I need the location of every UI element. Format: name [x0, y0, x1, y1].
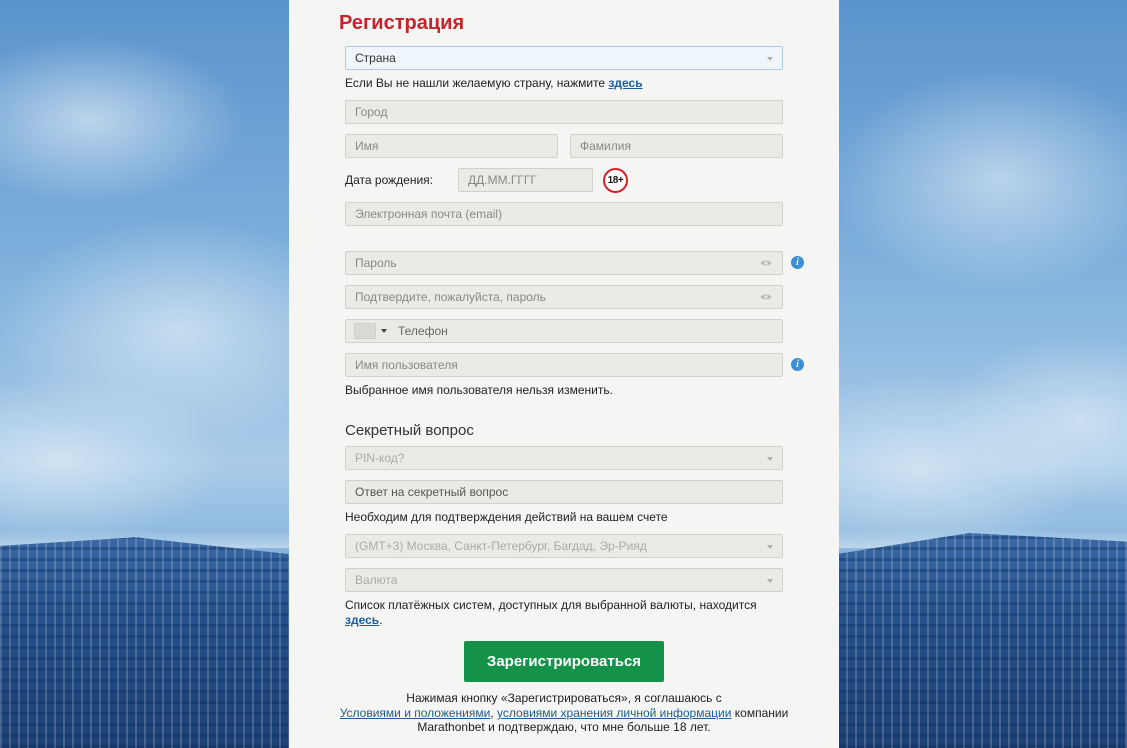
birth-date-placeholder: ДД.ММ.ГГГГ [468, 173, 537, 187]
username-note: Выбранное имя пользователя нельзя измени… [345, 383, 613, 397]
page-title: Регистрация [339, 12, 465, 34]
city-field[interactable]: Город [345, 100, 783, 124]
eye-icon[interactable] [760, 259, 772, 267]
chevron-down-icon [381, 329, 387, 333]
country-select-label: Страна [355, 51, 396, 65]
timezone-value: (GMT+3) Москва, Санкт-Петербург, Багдад,… [355, 539, 647, 553]
country-select[interactable]: Страна [345, 46, 783, 70]
birth-date-field[interactable]: ДД.ММ.ГГГГ [458, 168, 593, 192]
username-info-icon[interactable]: i [791, 358, 804, 371]
first-name-placeholder: Имя [355, 139, 379, 153]
chevron-down-icon [767, 545, 773, 549]
country-flag-selector[interactable] [354, 323, 376, 339]
footer-line-2-tail: компании [734, 706, 789, 720]
last-name-placeholder: Фамилия [580, 139, 631, 153]
confirm-password-placeholder: Подтвердите, пожалуйста, пароль [355, 290, 546, 304]
footer-line-1: Нажимая кнопку «Зарегистрироваться», я с… [406, 691, 722, 705]
email-placeholder: Электронная почта (email) [355, 207, 503, 221]
email-field[interactable]: Электронная почта (email) [345, 202, 783, 226]
secret-question-select[interactable]: PIN-код? [345, 446, 783, 470]
phone-field[interactable]: Телефон [345, 319, 783, 343]
terms-link[interactable]: Условиями и положениями [340, 706, 491, 720]
eye-icon[interactable] [760, 293, 772, 301]
secret-answer-placeholder: Ответ на секретный вопрос [355, 485, 509, 499]
secret-question-title: Секретный вопрос [345, 422, 474, 439]
timezone-select[interactable]: (GMT+3) Москва, Санкт-Петербург, Багдад,… [345, 534, 783, 558]
last-name-field[interactable]: Фамилия [570, 134, 783, 158]
currency-select[interactable]: Валюта [345, 568, 783, 592]
username-field[interactable]: Имя пользователя [345, 353, 783, 377]
currency-note-tail: . [379, 613, 383, 627]
password-info-icon[interactable]: i [791, 256, 804, 269]
country-hint-text: Если Вы не нашли желаемую страну, нажмит… [345, 76, 609, 90]
chevron-down-icon [767, 579, 773, 583]
chevron-down-icon [767, 457, 773, 461]
currency-note-text: Список платёжных систем, доступных для в… [345, 598, 757, 612]
footer-line-2: Условиями и положениями, условиями хране… [289, 706, 839, 720]
chevron-down-icon [767, 57, 773, 61]
secret-answer-field[interactable]: Ответ на секретный вопрос [345, 480, 783, 504]
phone-placeholder: Телефон [398, 324, 448, 338]
currency-note-link[interactable]: здесь [345, 613, 379, 627]
currency-note: Список платёжных систем, доступных для в… [345, 598, 775, 628]
country-hint-link[interactable]: здесь [608, 76, 642, 90]
confirm-password-field[interactable]: Подтвердите, пожалуйста, пароль [345, 285, 783, 309]
currency-value: Валюта [355, 573, 398, 587]
password-field[interactable]: Пароль [345, 251, 783, 275]
secret-note: Необходим для подтверждения действий на … [345, 510, 668, 524]
privacy-link[interactable]: условиями хранения личной информации [497, 706, 731, 720]
footer-comma: , [490, 706, 494, 720]
secret-question-value: PIN-код? [355, 451, 405, 465]
register-button[interactable]: Зарегистрироваться [464, 641, 664, 682]
username-placeholder: Имя пользователя [355, 358, 458, 372]
country-hint: Если Вы не нашли желаемую страну, нажмит… [345, 76, 643, 90]
city-placeholder: Город [355, 105, 388, 119]
birth-date-label: Дата рождения: [345, 173, 433, 187]
age-restriction-badge: 18+ [603, 168, 628, 193]
password-placeholder: Пароль [355, 256, 397, 270]
first-name-field[interactable]: Имя [345, 134, 558, 158]
footer-line-3: Marathonbet и подтверждаю, что мне больш… [417, 720, 711, 734]
